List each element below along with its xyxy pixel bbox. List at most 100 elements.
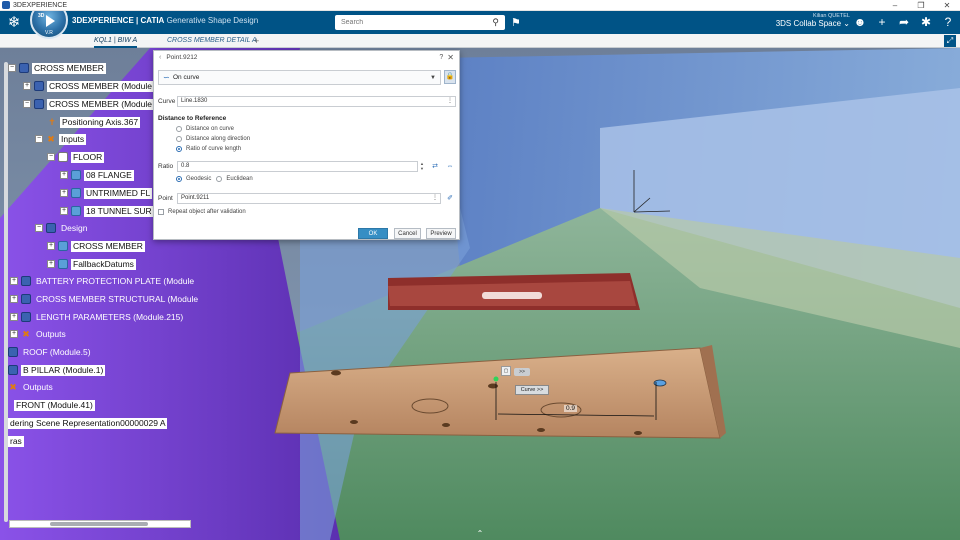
dimension-value[interactable]: 0.9 [564, 405, 578, 412]
scrollbar-thumb[interactable] [50, 522, 148, 526]
tree-node-label: CROSS MEMBER (Module [47, 98, 154, 110]
expand-icon[interactable]: + [47, 260, 55, 268]
user-info[interactable]: Kilian QUETEL 3DS Collab Space ⌄ [776, 13, 850, 28]
tree-node[interactable]: dering Scene Representation00000029 A [8, 417, 168, 429]
ratio-input[interactable]: 0.8 [177, 161, 418, 172]
expand-icon[interactable]: + [47, 242, 55, 250]
collapse-icon[interactable]: − [47, 153, 55, 161]
cancel-button[interactable]: Cancel [394, 228, 421, 239]
tree-vertical-scrollbar[interactable] [3, 48, 9, 528]
expand-icon[interactable]: + [10, 295, 18, 303]
help-icon[interactable]: ? [439, 54, 443, 61]
point-picker-icon[interactable]: ✐ [443, 193, 457, 204]
add-tab-icon[interactable]: + [254, 34, 259, 48]
radio-geodesic[interactable] [176, 176, 182, 182]
tree-node[interactable]: ras [8, 435, 24, 447]
repeat-checkbox[interactable] [158, 209, 164, 215]
radio-distance-on-curve[interactable] [176, 126, 182, 132]
search-box[interactable]: ⚲ [335, 15, 505, 30]
tree-node[interactable]: − Design [35, 222, 89, 234]
tag-icon[interactable]: ⚑ [511, 16, 521, 29]
more-options-icon[interactable]: ⋮ [432, 194, 438, 203]
minimize-icon[interactable]: – [882, 0, 908, 11]
tree-node[interactable]: + BATTERY PROTECTION PLATE (Module [10, 275, 196, 287]
point-type-select[interactable]: ∽ On curve ▼ [158, 70, 441, 85]
tree-node[interactable]: + CROSS MEMBER [47, 240, 145, 252]
expand-bottom-icon[interactable]: ⌃ [474, 529, 486, 538]
scrollbar-thumb[interactable] [4, 62, 8, 522]
tab-kql1[interactable]: KQL1 | BIW A [94, 34, 138, 48]
lock-icon[interactable]: 🔒 [444, 70, 456, 84]
option-ratio-of-curve-length[interactable]: Ratio of curve length [176, 146, 241, 152]
share-icon[interactable]: ➦ [896, 14, 912, 30]
radio-ratio-of-curve-length[interactable] [176, 146, 182, 152]
repeat-row[interactable]: Repeat object after validation [158, 209, 246, 215]
collapse-icon[interactable]: − [8, 64, 16, 72]
back-icon[interactable]: ‹ [159, 54, 161, 61]
tree-node[interactable]: − FLOOR [47, 151, 105, 163]
tree-node[interactable]: + FallbackDatums [47, 258, 136, 270]
tree-node[interactable]: B PILLAR (Module.1) [8, 364, 106, 376]
ratio-spinner[interactable]: ▲ ▼ [419, 161, 425, 172]
expand-icon[interactable]: + [10, 277, 18, 285]
expand-icon[interactable]: + [60, 189, 68, 197]
close-window-icon[interactable]: ✕ [934, 0, 960, 11]
add-icon[interactable]: + [874, 14, 890, 30]
expand-icon[interactable]: + [23, 82, 31, 90]
surface-icon [71, 188, 81, 198]
tree-node[interactable]: − ✖ Inputs [35, 133, 87, 145]
collab-space-selector[interactable]: 3DS Collab Space ⌄ [776, 19, 850, 28]
tree-node[interactable]: + UNTRIMMED FL [60, 187, 153, 199]
tree-node-label: Outputs [36, 328, 66, 339]
expand-icon[interactable]: + [10, 313, 18, 321]
tree-node[interactable]: FRONT (Module.41) [14, 399, 95, 411]
curve-label-tag[interactable]: Curve >> [515, 385, 549, 395]
context-toolbar-button[interactable]: ▢ [501, 366, 511, 376]
radio-euclidean[interactable] [216, 176, 223, 182]
collapse-icon[interactable]: − [35, 224, 43, 232]
chevron-down-icon[interactable]: ▼ [430, 75, 436, 81]
ds-logo-icon[interactable]: ❄ [4, 13, 24, 33]
help-icon[interactable]: ? [940, 14, 956, 30]
tree-node[interactable]: ✖ Outputs [8, 381, 55, 393]
curve-field[interactable]: Line.1830 ⋮ [177, 96, 456, 107]
expand-icon[interactable]: + [60, 171, 68, 179]
tree-node[interactable]: +08 FLANGE [60, 169, 134, 181]
context-toolbar-more-button[interactable]: >> [514, 368, 530, 376]
tab-cross-member-detail[interactable]: CROSS MEMBER DETAIL A [167, 34, 257, 48]
tree-node[interactable]: − CROSS MEMBER [8, 62, 106, 74]
tree-node[interactable]: ROOF (Module.5) [8, 346, 93, 358]
tree-node[interactable]: + CROSS MEMBER STRUCTURAL (Module [10, 293, 200, 305]
reference-point-field[interactable]: Point.9211 ⋮ [177, 193, 441, 204]
expand-icon[interactable]: + [10, 330, 18, 338]
tree-node[interactable]: +18 TUNNEL SUR [60, 205, 154, 217]
option-distance-along-direction[interactable]: Distance along direction [176, 136, 250, 142]
maximize-icon[interactable]: ❐ [908, 0, 934, 11]
tree-node[interactable]: − CROSS MEMBER (Module [23, 98, 154, 110]
search-icon[interactable]: ⚲ [492, 17, 499, 28]
more-options-icon[interactable]: ⋮ [447, 97, 453, 106]
apps-icon[interactable]: ✱ [918, 14, 934, 30]
ok-button[interactable]: OK [358, 228, 388, 239]
preview-button[interactable]: Preview [426, 228, 456, 239]
collapse-icon[interactable]: − [35, 135, 43, 143]
surface-icon [71, 206, 81, 216]
tree-node-label: UNTRIMMED FL [84, 187, 153, 199]
reverse-direction-icon[interactable]: ⇄ [428, 161, 442, 172]
collapse-icon[interactable]: − [23, 100, 31, 108]
radio-distance-along-direction[interactable] [176, 136, 182, 142]
tree-horizontal-scrollbar[interactable] [9, 520, 191, 528]
avatar-icon[interactable]: ☻ [852, 14, 868, 30]
fullscreen-icon[interactable]: ⤢ [944, 35, 956, 47]
measure-icon[interactable]: ⇔ [443, 161, 457, 172]
tree-node[interactable]: ✝ Positioning Axis.367 [47, 116, 141, 128]
tree-node[interactable]: + LENGTH PARAMETERS (Module.215) [10, 311, 185, 323]
tree-node[interactable]: + CROSS MEMBER (Module [23, 80, 154, 92]
module-icon [21, 294, 31, 304]
tree-node[interactable]: + ✖ Outputs [10, 328, 68, 340]
module-icon [21, 312, 31, 322]
search-input[interactable] [341, 19, 493, 26]
expand-icon[interactable]: + [60, 207, 68, 215]
close-icon[interactable]: ✕ [447, 53, 454, 62]
option-distance-on-curve[interactable]: Distance on curve [176, 126, 234, 132]
